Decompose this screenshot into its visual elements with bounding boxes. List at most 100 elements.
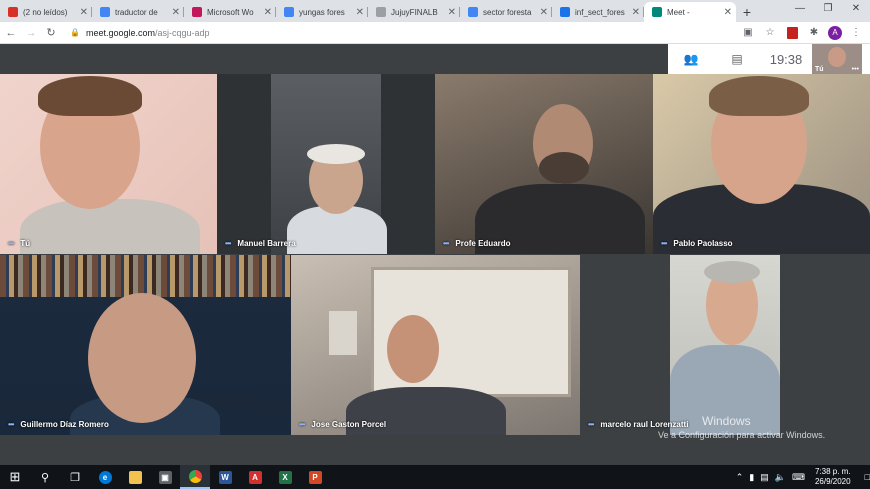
more-options-icon[interactable]: ••• (588, 420, 594, 429)
tab-close-icon[interactable]: ✕ (540, 7, 548, 18)
tab-title: Microsoft Wo (207, 7, 254, 17)
browser-tab[interactable]: Meet - ✕ (644, 2, 736, 22)
volume-icon[interactable]: 🔈 (775, 472, 786, 483)
meet-top-bar: 👥 ▤ 19:38 Tú ••• (668, 44, 870, 74)
meet-icon (652, 7, 662, 17)
camera-icon[interactable]: ▣ (740, 26, 756, 40)
tab-title: JujuyFINALB (391, 7, 438, 17)
google-icon (284, 7, 294, 17)
participant-face (387, 315, 439, 383)
more-options-icon[interactable]: ••• (8, 239, 14, 248)
tab-title: sector foresta (483, 7, 532, 17)
participant-tile[interactable]: ••• Manuel Barrera (217, 74, 435, 254)
maximize-icon[interactable]: ❐ (814, 0, 842, 22)
tab-close-icon[interactable]: ✕ (724, 7, 732, 18)
battery-icon[interactable]: ▮ (749, 472, 754, 483)
reload-icon[interactable]: ↻ (42, 26, 60, 39)
word-button[interactable]: W (210, 465, 240, 489)
browser-tab-strip: (2 no leídos) ✕ traductor de ✕ Microsoft Wo ✕… (0, 0, 870, 22)
tab-close-icon[interactable]: ✕ (356, 7, 364, 18)
account-avatar[interactable]: A (828, 25, 842, 40)
self-view-face (828, 47, 846, 67)
participant-tile[interactable]: ••• Pablo Paolasso (653, 74, 870, 254)
forward-icon[interactable]: → (22, 27, 40, 39)
browser-tab[interactable]: JujuyFINALB ✕ (368, 2, 460, 22)
tab-title: Meet - (667, 7, 690, 17)
more-options-icon[interactable]: ••• (299, 420, 305, 429)
self-view-tile[interactable]: Tú ••• (812, 44, 862, 74)
calendar (329, 311, 357, 355)
chrome-icon (188, 469, 202, 483)
notifications-icon[interactable]: □ (865, 472, 870, 482)
excel-icon: X (278, 470, 292, 484)
participant-hair (709, 76, 809, 116)
tab-close-icon[interactable]: ✕ (80, 7, 88, 18)
participant-tile[interactable]: ••• Profe Eduardo (435, 74, 653, 254)
browser-tab[interactable]: yungas fores ✕ (276, 2, 368, 22)
tab-close-icon[interactable]: ✕ (172, 7, 180, 18)
participant-name: ••• Manuel Barrera (225, 239, 296, 248)
powerpoint-icon: P (308, 470, 322, 484)
system-tray: ⌃ ▮ ▤ 🔈 ⌨ 7:38 p. m. 26/9/2020 □ (730, 465, 870, 489)
more-options-icon[interactable]: ••• (8, 420, 14, 429)
start-button[interactable]: ⊞ (0, 465, 30, 489)
store-button[interactable]: ▣ (150, 465, 180, 489)
chat-icon[interactable]: ▤ (714, 52, 760, 66)
new-tab-button[interactable]: + (736, 2, 758, 22)
participant-tile[interactable]: ••• marcelo raul Lorenzatti (580, 255, 870, 435)
tab-close-icon[interactable]: ✕ (448, 7, 456, 18)
network-icon[interactable]: ▤ (760, 472, 769, 483)
more-options-icon[interactable]: ••• (443, 239, 449, 248)
tab-close-icon[interactable]: ✕ (264, 7, 272, 18)
acrobat-button[interactable]: A (240, 465, 270, 489)
google-icon (100, 7, 110, 17)
browser-tab[interactable]: inf_sect_fores ✕ (552, 2, 644, 22)
address-bar: ← → ↻ 🔒 meet.google.com/asj-cqgu-adp ▣ ☆… (0, 22, 870, 44)
chrome-button[interactable] (180, 465, 210, 489)
acrobat-icon[interactable] (784, 26, 800, 40)
tab-title: (2 no leídos) (23, 7, 68, 17)
page-icon (376, 7, 386, 17)
tab-list: (2 no leídos) ✕ traductor de ✕ Microsoft Wo ✕… (0, 2, 736, 22)
chevron-up-icon[interactable]: ⌃ (736, 472, 744, 483)
self-view-more-icon[interactable]: ••• (852, 66, 859, 73)
activation-message: Ve a Configuración para activar Windows. (658, 430, 826, 440)
edge-button[interactable]: e (90, 465, 120, 489)
powerpoint-button[interactable]: P (300, 465, 330, 489)
file-explorer-button[interactable] (120, 465, 150, 489)
language-icon[interactable]: ⌨ (792, 472, 805, 483)
browser-tab[interactable]: Microsoft Wo ✕ (184, 2, 276, 22)
participant-name: ••• Guillermo Díaz Romero (8, 420, 109, 429)
search-button[interactable]: ⚲ (30, 465, 60, 489)
menu-icon[interactable]: ⋮ (848, 26, 864, 40)
google-icon (468, 7, 478, 17)
taskbar-clock[interactable]: 7:38 p. m. 26/9/2020 (815, 467, 851, 487)
minimize-icon[interactable]: — (786, 0, 814, 22)
browser-tab[interactable]: (2 no leídos) ✕ (0, 2, 92, 22)
tab-title: traductor de (115, 7, 158, 17)
search-icon: ⚲ (40, 471, 50, 484)
participant-face (88, 293, 196, 423)
participant-name: ••• Jose Gaston Porcel (299, 420, 387, 429)
more-options-icon[interactable]: ••• (661, 239, 667, 248)
participant-tile[interactable]: ••• Tú (0, 74, 217, 254)
url-field[interactable]: 🔒 meet.google.com/asj-cqgu-adp (70, 25, 734, 41)
participant-tile[interactable]: ••• Jose Gaston Porcel (291, 255, 580, 435)
people-icon[interactable]: 👥 (668, 52, 714, 66)
gmail-icon (8, 7, 18, 17)
task-view-button[interactable]: ❐ (60, 465, 90, 489)
extensions-icon[interactable]: ✱ (806, 26, 822, 40)
back-icon[interactable]: ← (2, 27, 20, 39)
participant-tile[interactable]: ••• Guillermo Díaz Romero (0, 255, 291, 435)
browser-tab[interactable]: traductor de ✕ (92, 2, 184, 22)
extensions-area: ▣ ☆ ✱ A ⋮ (734, 25, 864, 40)
star-icon[interactable]: ☆ (762, 26, 778, 40)
close-icon[interactable]: ✕ (842, 0, 870, 22)
folder-icon (128, 470, 142, 484)
tab-close-icon[interactable]: ✕ (632, 7, 640, 18)
excel-button[interactable]: X (270, 465, 300, 489)
link-icon (560, 7, 570, 17)
tab-title: inf_sect_fores (575, 7, 625, 17)
browser-tab[interactable]: sector foresta ✕ (460, 2, 552, 22)
more-options-icon[interactable]: ••• (225, 239, 231, 248)
